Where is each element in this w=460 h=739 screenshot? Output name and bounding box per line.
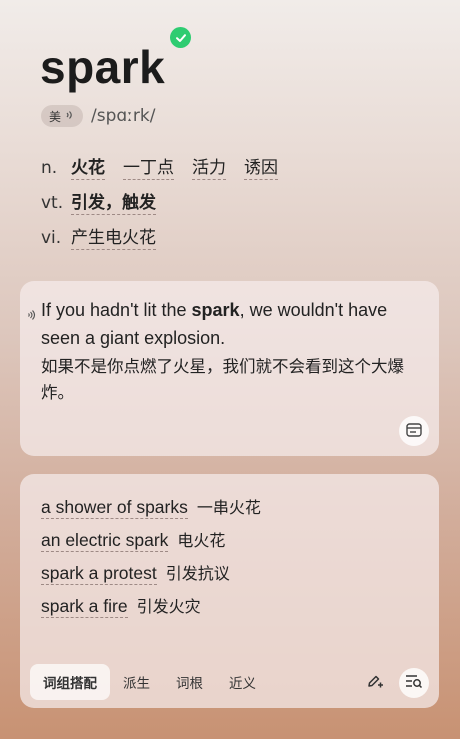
phrase-item[interactable]: spark a protest 引发抗议 bbox=[41, 560, 230, 585]
pronunciation-play-button[interactable]: 美 bbox=[41, 105, 84, 127]
example-sentence-cn: 如果不是你点燃了火星，我们就不会看到这个大爆炸。 bbox=[41, 357, 404, 402]
pen-add-icon bbox=[366, 672, 384, 694]
meaning-link[interactable]: 一丁点 bbox=[123, 153, 174, 180]
phrase-en: a shower of sparks bbox=[41, 497, 188, 519]
meaning-link[interactable]: 产生电火花 bbox=[71, 223, 156, 250]
bottom-actions bbox=[361, 668, 429, 698]
phrase-cn: 电火花 bbox=[177, 531, 226, 550]
phonetic-text: /spɑːrk/ bbox=[91, 106, 156, 126]
pronunciation-row: 美 /spɑːrk/ bbox=[41, 105, 155, 127]
phrase-en: spark a protest bbox=[41, 563, 157, 585]
phrase-cn: 引发火灾 bbox=[136, 597, 201, 616]
sentence-text: If you hadn't lit the bbox=[41, 300, 192, 320]
phrase-en: spark a fire bbox=[41, 596, 128, 618]
add-note-button[interactable] bbox=[361, 669, 389, 697]
definition-row-noun: n. 火花 一丁点 活力 诱因 bbox=[41, 153, 296, 180]
speaker-icon[interactable] bbox=[27, 305, 36, 324]
example-sentence-card: If you hadn't lit the spark, we wouldn't… bbox=[20, 281, 439, 456]
definition-row-vi: vi. 产生电火花 bbox=[41, 223, 174, 250]
example-sentence-en: If you hadn't lit the spark, we wouldn't… bbox=[41, 296, 421, 352]
accent-label: 美 bbox=[49, 109, 62, 124]
phrase-cn: 一串火花 bbox=[196, 498, 261, 517]
meaning-link[interactable]: 火花 bbox=[71, 153, 105, 180]
tab-roots[interactable]: 词根 bbox=[163, 664, 216, 700]
phrase-en: an electric spark bbox=[41, 530, 169, 552]
sentence-keyword: spark bbox=[191, 300, 240, 320]
meaning-link[interactable]: 引发，触发 bbox=[71, 188, 156, 215]
part-of-speech: vi. bbox=[41, 228, 62, 248]
card-icon bbox=[406, 422, 422, 441]
tab-collocations[interactable]: 词组搭配 bbox=[30, 664, 110, 700]
phrase-item[interactable]: an electric spark 电火花 bbox=[41, 527, 225, 552]
part-of-speech: vt. bbox=[41, 193, 64, 213]
list-search-button[interactable] bbox=[399, 668, 429, 698]
phrases-card: a shower of sparks 一串火花 an electric spark… bbox=[20, 474, 439, 708]
meaning-link[interactable]: 诱因 bbox=[244, 153, 278, 180]
part-of-speech: n. bbox=[41, 158, 58, 178]
headword: spark bbox=[40, 41, 166, 93]
meaning-link[interactable]: 活力 bbox=[192, 153, 226, 180]
tab-bar: 词组搭配 派生 词根 近义 bbox=[30, 664, 269, 700]
phrase-item[interactable]: a shower of sparks 一串火花 bbox=[41, 494, 261, 519]
phrase-cn: 引发抗议 bbox=[165, 564, 230, 583]
verified-check-icon bbox=[170, 27, 191, 48]
card-button[interactable] bbox=[399, 416, 429, 446]
list-search-icon bbox=[405, 673, 423, 693]
definition-row-vt: vt. 引发，触发 bbox=[41, 188, 174, 215]
phrase-item[interactable]: spark a fire 引发火灾 bbox=[41, 593, 201, 618]
tab-synonyms[interactable]: 近义 bbox=[216, 664, 269, 700]
tab-derivatives[interactable]: 派生 bbox=[110, 664, 163, 700]
speaker-icon bbox=[65, 109, 75, 123]
